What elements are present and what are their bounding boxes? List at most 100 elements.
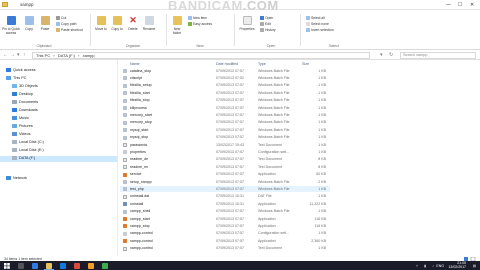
file-row[interactable]: test_php 07/09/2013 07:57 Windows Batch Fi…: [120, 186, 330, 193]
file-row[interactable]: xampp_stop 07/09/2013 07:57 Application 116…: [120, 223, 330, 229]
file-row[interactable]: xampp-control 07/09/2013 07:57 Application…: [120, 238, 330, 244]
column-date-modified[interactable]: Date modified: [216, 62, 238, 66]
file-name: readme_de: [130, 157, 149, 162]
nav-music[interactable]: Music: [12, 116, 29, 122]
crumb-xampp[interactable]: xampp: [83, 53, 95, 58]
file-row[interactable]: filezilla_stop 07/09/2013 07:57 Windows Ba…: [120, 98, 330, 104]
file-row[interactable]: ctlscript 07/09/2013 07:52 Windows Batch F…: [120, 75, 330, 81]
file-row[interactable]: xampp_start 07/09/2013 07:57 Application 11…: [120, 216, 330, 222]
file-row[interactable]: service 07/09/2013 07:57 Application 60 KB: [120, 172, 330, 178]
file-explorer-icon[interactable]: [46, 262, 52, 269]
column-name[interactable]: Name: [130, 62, 140, 66]
delete-button[interactable]: ✕ Delete: [126, 16, 140, 32]
refresh-icon[interactable]: ↻: [389, 52, 393, 58]
nav-data-drive[interactable]: DATA (F:): [0, 156, 117, 162]
nav-this-pc[interactable]: This PC: [6, 76, 27, 82]
breadcrumb[interactable]: This PC › DATA (F:) › xampp: [32, 51, 370, 59]
task-view-icon[interactable]: [18, 262, 24, 269]
nav-quick-access[interactable]: Quick access: [6, 68, 36, 74]
easy-access-button[interactable]: Easy access: [188, 22, 212, 28]
back-icon[interactable]: ←: [3, 52, 8, 58]
up-icon[interactable]: ↑: [23, 52, 26, 58]
edge-icon[interactable]: [32, 262, 38, 269]
nav-3d-objects[interactable]: 3D Objects: [12, 84, 38, 90]
column-type[interactable]: Type: [258, 62, 266, 66]
file-row[interactable]: readme_de 07/09/2013 07:57 Text Document 8 …: [120, 157, 330, 163]
nav-videos[interactable]: Videos: [12, 132, 31, 138]
new-folder-label: New folder: [172, 27, 182, 35]
nav-desktop[interactable]: Desktop: [12, 92, 33, 98]
nav-local-disk-e[interactable]: Local Disk (E:): [12, 148, 44, 154]
file-row[interactable]: mercury_stop 07/09/2013 07:57 Windows Batc…: [120, 120, 330, 126]
tray-chevron-icon[interactable]: ˄: [416, 264, 418, 268]
close-button[interactable]: ✕: [470, 2, 474, 8]
ribbon: Pin to Quick access Copy Paste Cut Copy …: [0, 10, 480, 50]
file-row[interactable]: mysql_start 07/09/2013 07:57 Windows Batch…: [120, 127, 330, 133]
maximize-button[interactable]: ☐: [458, 2, 462, 8]
nav-downloads[interactable]: Downloads: [12, 108, 38, 114]
clock[interactable]: 21:05 13/02/2017: [448, 261, 466, 270]
file-type: Text Document: [258, 246, 282, 251]
nav-network[interactable]: Network: [6, 176, 27, 182]
file-date: 07/09/2013 07:57: [216, 231, 244, 236]
view-toggle-icon[interactable]: [464, 256, 476, 261]
notification-icon[interactable]: ▤: [473, 264, 476, 268]
properties-label: Properties: [239, 27, 255, 31]
file-row[interactable]: mysql_stop 07/09/2013 07:57 Windows Batch …: [120, 135, 330, 141]
paste-button[interactable]: Paste: [38, 16, 52, 31]
download-icon: [12, 108, 17, 112]
properties-icon: [242, 16, 252, 25]
rename-button[interactable]: Rename: [142, 16, 156, 31]
crumb-data-drive[interactable]: DATA (F:): [58, 53, 75, 58]
store-icon[interactable]: [60, 262, 66, 269]
file-name: xampp-control: [130, 231, 153, 236]
move-to-button[interactable]: Move to: [94, 16, 108, 31]
new-folder-button[interactable]: New folder: [170, 16, 184, 35]
search-input[interactable]: Search xampp: [400, 51, 476, 59]
network-tray-icon[interactable]: ▮: [424, 264, 426, 268]
nav-label: Videos: [19, 132, 31, 136]
app-icon[interactable]: [102, 262, 108, 269]
invert-selection-button[interactable]: Invert selection: [306, 28, 334, 34]
nav-local-disk-c[interactable]: Local Disk (C:): [12, 140, 44, 146]
nav-documents[interactable]: Documents: [12, 100, 38, 106]
file-row[interactable]: uninstall 07/09/2013 10:31 Application 11,2…: [120, 201, 330, 207]
file-row[interactable]: xampp_shell 07/09/2013 07:57 Windows Batch…: [120, 209, 330, 215]
forward-icon[interactable]: →: [10, 52, 15, 58]
copy-to-button[interactable]: Copy to: [110, 16, 124, 31]
pictures-icon: [12, 124, 17, 128]
batch-file-icon: [123, 69, 127, 73]
crumb-this-pc[interactable]: This PC: [36, 53, 50, 58]
file-row[interactable]: uninstall.dat 07/09/2013 10:31 DAT File 1 K…: [120, 194, 330, 200]
file-row[interactable]: catalina_stop 07/09/2013 07:57 Windows Bat…: [120, 68, 330, 74]
recent-dropdown-icon[interactable]: ▾: [17, 52, 20, 58]
app-icon[interactable]: [74, 262, 80, 269]
file-row[interactable]: properties 07/09/2013 07:57 Configuration …: [120, 149, 330, 155]
minimize-button[interactable]: —: [446, 2, 451, 8]
file-type: Configuration sett...: [258, 231, 290, 236]
file-row[interactable]: passwords 13/02/2017 15:43 Text Document 1 …: [120, 142, 330, 148]
pin-quick-access-button[interactable]: Pin to Quick access: [2, 16, 20, 35]
column-size[interactable]: Size: [302, 62, 309, 66]
file-row[interactable]: setup_xampp 07/09/2013 07:57 Windows Batch…: [120, 179, 330, 185]
file-row[interactable]: readme_en 07/09/2013 07:57 Text Document 8 …: [120, 164, 330, 170]
file-row[interactable]: xampp-control 07/09/2013 07:57 Configurati…: [120, 231, 330, 237]
file-row[interactable]: mercury_start 07/09/2013 07:57 Windows Bat…: [120, 112, 330, 118]
copy-button[interactable]: Copy: [22, 16, 36, 31]
address-dropdown-icon[interactable]: ▾: [380, 52, 383, 58]
batch-file-icon: [123, 113, 127, 118]
properties-button[interactable]: Properties: [238, 16, 256, 31]
file-date: 07/09/2013 07:57: [216, 223, 244, 228]
volume-icon[interactable]: ♪: [432, 264, 434, 268]
history-button[interactable]: History: [260, 28, 276, 34]
xampp-taskbar-icon[interactable]: [88, 262, 94, 269]
batch-file-icon: [123, 91, 127, 96]
file-row[interactable]: xampp-control 07/09/2013 07:57 Text Docume…: [120, 246, 330, 252]
paste-shortcut-button[interactable]: Paste shortcut: [56, 28, 83, 34]
language-indicator[interactable]: ENG: [436, 264, 444, 268]
nav-pictures[interactable]: Pictures: [12, 124, 33, 130]
file-row[interactable]: killprocess 07/09/2013 07:57 Windows Batch…: [120, 105, 330, 111]
file-row[interactable]: filezilla_start 07/09/2013 07:57 Windows B…: [120, 90, 330, 96]
start-icon[interactable]: [4, 262, 10, 269]
file-row[interactable]: filezilla_setup 07/09/2013 07:57 Windows B…: [120, 83, 330, 89]
